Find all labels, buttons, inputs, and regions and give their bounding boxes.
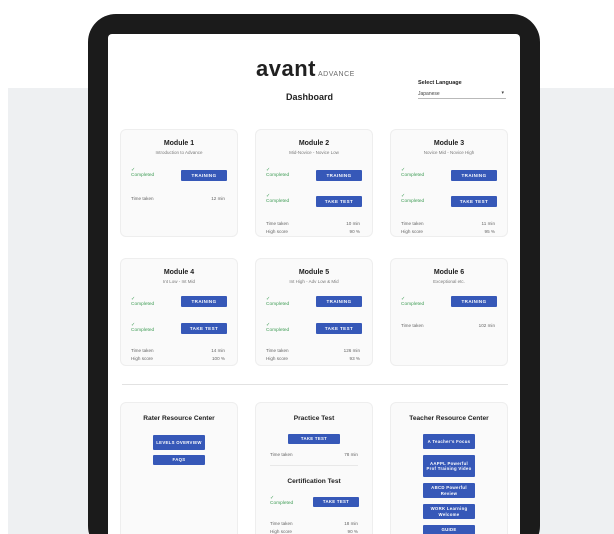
module-card-6: Module 6 Exceptional etc. ✓ Completed TRA… (390, 258, 508, 366)
faqs-button[interactable]: FAQS (153, 455, 205, 465)
training-button[interactable]: TRAINING (316, 170, 362, 181)
rater-title: Rater Resource Center (143, 415, 215, 422)
cert-time-row: Time taken 18 min (270, 521, 358, 526)
module-title: Module 3 (433, 140, 465, 147)
certification-take-test-button[interactable]: TAKE TEST (313, 497, 359, 507)
module-subtitle: Int Low - Int Mid (162, 279, 195, 284)
training-video-button[interactable]: AAPPL Powerful Prof Training Video (423, 455, 475, 477)
module-subtitle: Int High - Adv Low & Mid (289, 279, 339, 284)
logo-wordmark: avant (256, 56, 316, 81)
language-select[interactable]: Japanese ▾ (418, 89, 506, 99)
training-button[interactable]: TRAINING (181, 170, 227, 181)
cert-score-row: High score 90 % (270, 529, 358, 534)
module-title: Module 2 (298, 140, 330, 147)
take-test-button[interactable]: TAKE TEST (316, 323, 362, 334)
module-title: Module 5 (298, 269, 330, 276)
module-card-5: Module 5 Int High - Adv Low & Mid ✓ Compl… (255, 258, 373, 366)
practice-take-test-button[interactable]: TAKE TEST (288, 434, 340, 444)
status-completed: ✓ Completed (131, 167, 155, 178)
rater-resource-center: Rater Resource Center LEVELS OVERVIEW FA… (120, 402, 238, 534)
module-card-2: Module 2 Mid-Novice - Novice Low ✓ Comple… (255, 129, 373, 237)
high-score-row: High score 100 % (131, 356, 225, 361)
time-taken-row: Time taken 10 min (266, 221, 360, 226)
module-card-4: Module 4 Int Low - Int Mid ✓ Completed TR… (120, 258, 238, 366)
time-taken-row: Time taken 102 min (401, 323, 495, 328)
module-subtitle: Introduction to Advance (155, 150, 203, 155)
take-test-button[interactable]: TAKE TEST (316, 196, 362, 207)
module-title: Module 4 (163, 269, 195, 276)
status-completed: ✓ Completed (131, 322, 155, 333)
time-taken-row: Time taken 12 min (131, 196, 225, 201)
status-completed: ✓ Completed (401, 296, 425, 307)
card-divider (270, 465, 358, 466)
page-title: Dashboard (286, 92, 334, 102)
module-subtitle: Exceptional etc. (433, 279, 465, 284)
status-completed: ✓ Completed (266, 322, 290, 333)
teacher-title: Teacher Resource Center (409, 415, 489, 422)
high-score-row: High score 93 % (266, 356, 360, 361)
test-center: Practice Test TAKE TEST Time taken 78 min… (255, 402, 373, 534)
status-completed: ✓ Completed (266, 296, 290, 307)
language-label: Select Language (418, 80, 462, 86)
training-button[interactable]: TRAINING (451, 296, 497, 307)
training-button[interactable]: TRAINING (451, 170, 497, 181)
module-subtitle: Novice Mid - Novice High (423, 150, 475, 155)
learning-welcome-button[interactable]: WORK Learning Welcome (423, 504, 475, 519)
time-taken-row: Time taken 126 min (266, 348, 360, 353)
status-completed: ✓ Completed (266, 167, 290, 178)
chevron-down-icon: ▾ (501, 90, 504, 96)
take-test-button[interactable]: TAKE TEST (181, 323, 227, 334)
language-value: Japanese (418, 91, 440, 97)
guide-button[interactable]: GUIDE (423, 525, 475, 534)
teacher-resource-center: Teacher Resource Center A Teacher's Focu… (390, 402, 508, 534)
review-button[interactable]: ABCD Powerful Review (423, 483, 475, 498)
high-score-row: High score 90 % (266, 229, 360, 234)
logo-subtitle: ADVANCE (317, 71, 355, 78)
training-button[interactable]: TRAINING (316, 296, 362, 307)
section-divider (122, 384, 508, 385)
module-title: Module 1 (163, 140, 195, 147)
status-completed: ✓ Completed (266, 193, 290, 204)
time-taken-row: Time taken 11 min (401, 221, 495, 226)
avant-logo: avant ADVANCE (256, 56, 355, 82)
levels-overview-button[interactable]: LEVELS OVERVIEW (153, 435, 205, 450)
practice-test-title: Practice Test (293, 415, 335, 422)
module-card-3: Module 3 Novice Mid - Novice High ✓ Compl… (390, 129, 508, 237)
training-button[interactable]: TRAINING (181, 296, 227, 307)
module-subtitle: Mid-Novice - Novice Low (289, 150, 339, 155)
status-completed: ✓ Completed (401, 193, 425, 204)
time-taken-row: Time taken 14 min (131, 348, 225, 353)
teachers-focus-button[interactable]: A Teacher's Focus (423, 434, 475, 449)
module-title: Module 6 (433, 269, 465, 276)
take-test-button[interactable]: TAKE TEST (451, 196, 497, 207)
status-completed: ✓ Completed (401, 167, 425, 178)
high-score-row: High score 95 % (401, 229, 495, 234)
practice-time-row: Time taken 78 min (270, 452, 358, 457)
status-completed: ✓ Completed (131, 296, 155, 307)
certification-test-title: Certification Test (287, 478, 341, 485)
module-card-1: Module 1 Introduction to Advance ✓ Compl… (120, 129, 238, 237)
status-completed: ✓ Completed (270, 495, 294, 506)
tablet-screen: avant ADVANCE Dashboard Select Language … (108, 34, 520, 534)
